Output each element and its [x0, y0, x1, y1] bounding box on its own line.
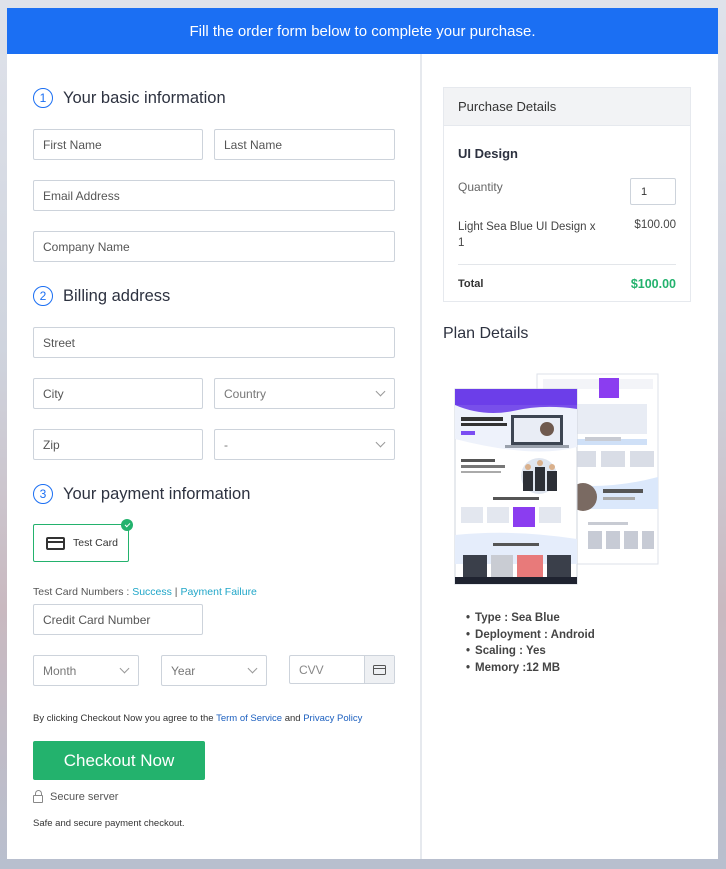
- checkmark-icon: [121, 519, 133, 531]
- year-select-value: Year: [171, 663, 196, 678]
- section-basic-info: 1 Your basic information: [33, 88, 226, 108]
- plan-feature-scaling: Scaling : Yes: [466, 643, 595, 660]
- plan-feature-memory: Memory :12 MB: [466, 660, 595, 677]
- country-select[interactable]: Country: [214, 378, 395, 409]
- line-item-price: $100.00: [634, 219, 676, 231]
- safe-checkout-note: Safe and secure payment checkout.: [33, 818, 185, 829]
- credit-card-number-input[interactable]: Credit Card Number: [33, 604, 203, 635]
- zip-input[interactable]: Zip: [33, 429, 203, 460]
- step-number-2: 2: [33, 286, 53, 306]
- first-name-input[interactable]: First Name: [33, 129, 203, 160]
- product-preview-image: [454, 373, 659, 585]
- chevron-down-icon: [375, 437, 386, 448]
- company-input[interactable]: Company Name: [33, 231, 395, 262]
- order-form-card: 1 Your basic information First Name Last…: [7, 54, 718, 859]
- plan-features: Type : Sea Blue Deployment : Android Sca…: [466, 610, 595, 676]
- cvv-input[interactable]: CVV: [289, 655, 395, 684]
- credit-card-icon: [373, 664, 386, 675]
- top-banner: Fill the order form below to complete yo…: [7, 8, 718, 54]
- test-card-numbers: Test Card Numbers : Success | Payment Fa…: [33, 586, 257, 598]
- purchase-details-heading: Purchase Details: [444, 88, 690, 126]
- checkout-button[interactable]: Checkout Now: [33, 741, 205, 780]
- test-card-label: Test Card: [73, 537, 118, 549]
- chevron-down-icon: [119, 663, 130, 674]
- purchase-details: Purchase Details UI Design Quantity 1 Li…: [443, 87, 691, 302]
- chevron-down-icon: [375, 386, 386, 397]
- terms-link[interactable]: Term of Service: [216, 713, 282, 724]
- line-item-name: Light Sea Blue UI Design x 1: [458, 221, 596, 249]
- quantity-input[interactable]: 1: [630, 178, 676, 205]
- step-number-1: 1: [33, 88, 53, 108]
- last-name-input[interactable]: Last Name: [214, 129, 395, 160]
- product-name: UI Design: [458, 146, 518, 161]
- privacy-link[interactable]: Privacy Policy: [303, 713, 362, 724]
- credit-card-icon: [46, 536, 65, 550]
- agreement-prefix: By clicking Checkout Now you agree to th…: [33, 713, 217, 724]
- step-number-3: 3: [33, 484, 53, 504]
- cvv-placeholder: CVV: [299, 662, 324, 677]
- state-select[interactable]: -: [214, 429, 395, 460]
- state-select-value: -: [224, 437, 228, 452]
- street-input[interactable]: Street: [33, 327, 395, 358]
- test-numbers-label: Test Card Numbers :: [33, 586, 133, 598]
- plan-details-title: Plan Details: [443, 325, 529, 342]
- section-payment: 3 Your payment information: [33, 484, 250, 504]
- plan-feature-type: Type : Sea Blue: [466, 610, 595, 627]
- plan-feature-deployment: Deployment : Android: [466, 627, 595, 644]
- month-select[interactable]: Month: [33, 655, 139, 686]
- year-select[interactable]: Year: [161, 655, 267, 686]
- agreement-and: and: [282, 713, 304, 724]
- month-select-value: Month: [43, 663, 77, 678]
- section-title-basic: Your basic information: [63, 88, 226, 107]
- total-label: Total: [458, 278, 484, 290]
- test-card-option[interactable]: Test Card: [33, 519, 133, 562]
- section-title-payment: Your payment information: [63, 484, 251, 503]
- section-title-billing: Billing address: [63, 286, 171, 305]
- payment-failure-link[interactable]: Payment Failure: [180, 586, 256, 598]
- success-link[interactable]: Success: [132, 586, 172, 598]
- agreement-text: By clicking Checkout Now you agree to th…: [33, 713, 362, 724]
- quantity-label: Quantity: [458, 180, 503, 194]
- total-value: $100.00: [630, 277, 676, 291]
- cvv-card-icon-box: [364, 656, 394, 683]
- summary-panel: Purchase Details UI Design Quantity 1 Li…: [422, 54, 718, 859]
- secure-server: Secure server: [33, 790, 119, 803]
- section-billing: 2 Billing address: [33, 286, 170, 306]
- email-input[interactable]: Email Address: [33, 180, 395, 211]
- city-input[interactable]: City: [33, 378, 203, 409]
- chevron-down-icon: [247, 663, 258, 674]
- secure-server-label: Secure server: [50, 791, 119, 803]
- divider: [458, 264, 676, 265]
- order-form: 1 Your basic information First Name Last…: [7, 54, 422, 859]
- lock-icon: [33, 790, 43, 803]
- country-select-value: Country: [224, 386, 267, 401]
